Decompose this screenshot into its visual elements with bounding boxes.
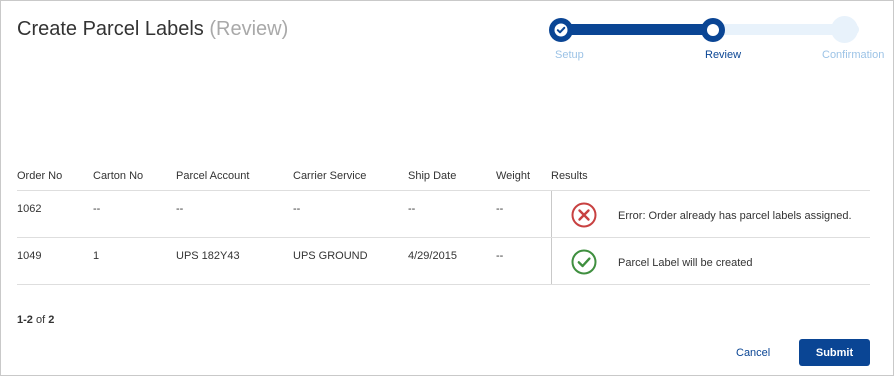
table-row: 1049 1 UPS 182Y43 UPS GROUND 4/29/2015 -… — [17, 238, 870, 285]
cell-weight: -- — [496, 203, 504, 215]
cell-carrier-service: -- — [293, 203, 301, 215]
success-circle-check-icon — [571, 249, 597, 275]
submit-button[interactable]: Submit — [799, 339, 870, 366]
cancel-button[interactable]: Cancel — [736, 347, 770, 359]
column-header-order-no: Order No — [17, 170, 63, 182]
cell-ship-date: -- — [408, 203, 416, 215]
parcel-review-table: Order No Carton No Parcel Account Carrie… — [17, 161, 870, 285]
column-header-carrier-service: Carrier Service — [293, 170, 367, 182]
cell-ship-date: 4/29/2015 — [408, 250, 457, 262]
cell-carton-no: -- — [93, 203, 101, 215]
column-header-carton-no: Carton No — [93, 170, 144, 182]
stepper-progress-fill — [559, 24, 715, 35]
table-row: 1062 -- -- -- -- -- Error: Order already… — [17, 191, 870, 238]
create-parcel-labels-dialog: Create Parcel Labels (Review) Setup Revi… — [0, 0, 894, 376]
title-subtitle: (Review) — [209, 18, 289, 40]
column-header-results: Results — [551, 170, 588, 182]
step-label-confirmation: Confirmation — [822, 49, 885, 61]
table-header-row: Order No Carton No Parcel Account Carrie… — [17, 161, 870, 191]
cell-order-no: 1049 — [17, 250, 42, 262]
progress-stepper: Setup Review Confirmation — [541, 15, 887, 65]
result-message: Error: Order already has parcel labels a… — [618, 210, 852, 222]
column-header-ship-date: Ship Date — [408, 170, 457, 182]
step-confirmation-marker — [831, 16, 858, 43]
pagination-of: of — [35, 314, 46, 326]
pagination-range: 1-2 — [17, 314, 33, 326]
step-review-current-marker[interactable] — [701, 18, 725, 42]
cell-parcel-account: -- — [176, 203, 184, 215]
cell-parcel-account: UPS 182Y43 — [176, 250, 240, 262]
page-title: Create Parcel Labels (Review) — [17, 18, 288, 41]
pagination-total: 2 — [48, 314, 55, 326]
title-text: Create Parcel Labels — [17, 18, 204, 40]
step-setup-check-icon[interactable] — [549, 18, 573, 42]
cell-weight: -- — [496, 250, 504, 262]
step-label-review[interactable]: Review — [705, 49, 741, 61]
error-circle-x-icon — [571, 202, 597, 228]
column-header-parcel-account: Parcel Account — [176, 170, 250, 182]
column-header-weight: Weight — [496, 170, 531, 182]
pagination-summary: 1-2 of 2 — [17, 314, 54, 326]
cell-results: Parcel Label will be created — [551, 238, 870, 284]
step-label-setup[interactable]: Setup — [555, 49, 584, 61]
cell-order-no: 1062 — [17, 203, 42, 215]
cell-results: Error: Order already has parcel labels a… — [551, 191, 870, 237]
cell-carrier-service: UPS GROUND — [293, 250, 368, 262]
cell-carton-no: 1 — [93, 250, 100, 262]
result-message: Parcel Label will be created — [618, 257, 753, 269]
